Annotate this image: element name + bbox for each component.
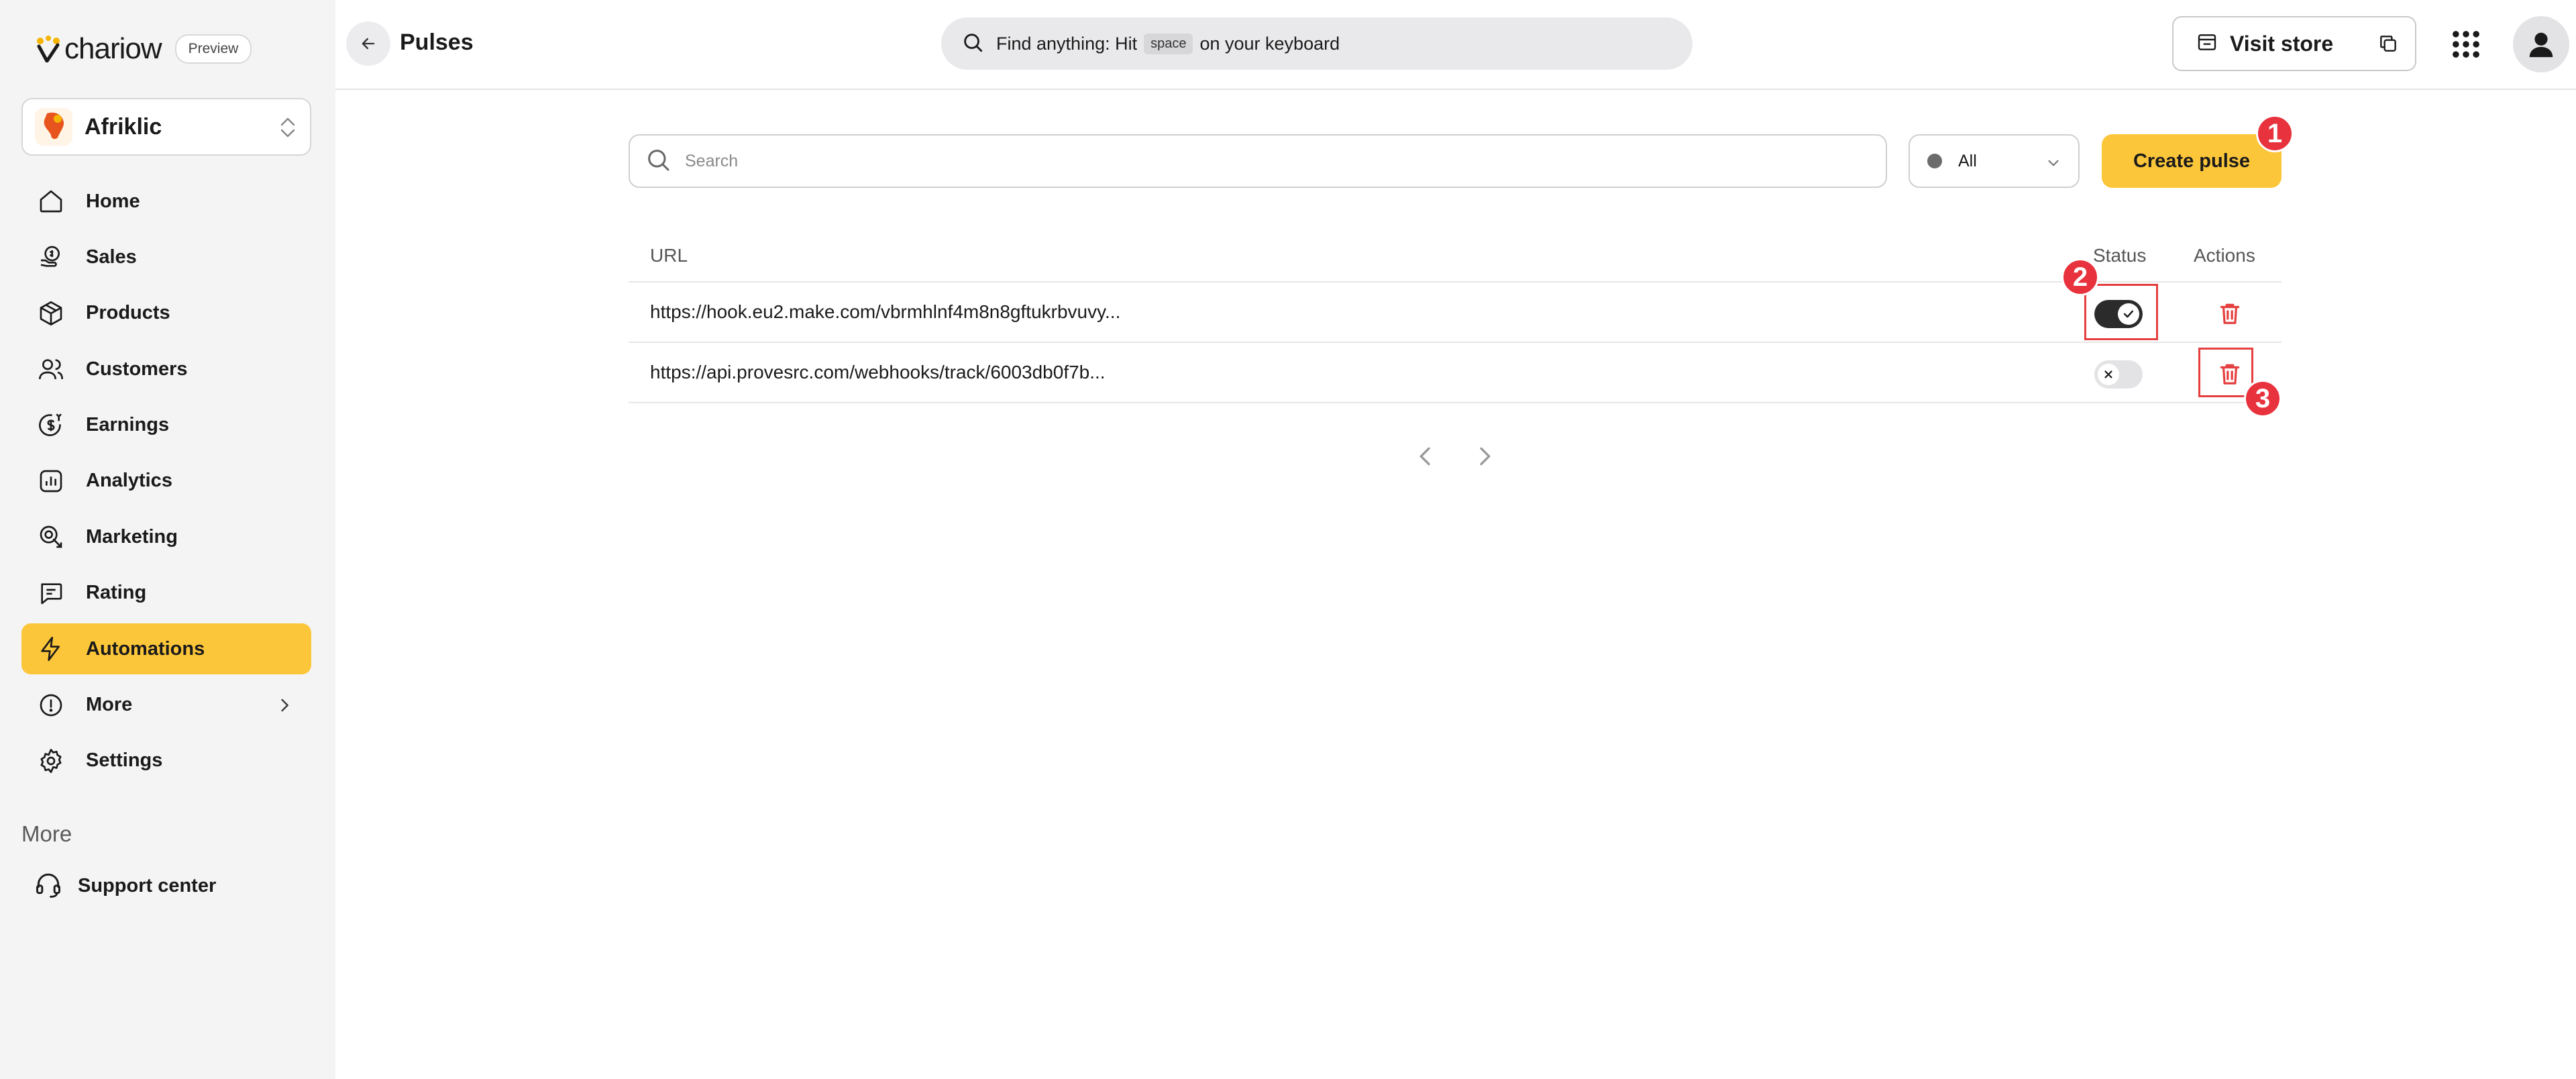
sidebar-item-automations[interactable]: Automations	[21, 623, 311, 675]
earnings-icon	[36, 411, 66, 440]
page-title: Pulses	[400, 30, 474, 55]
sidebar-nav: Home Sales Products Customers Earnings A…	[21, 176, 311, 791]
column-header-url: URL	[650, 245, 688, 266]
sidebar-item-label: Products	[86, 302, 170, 324]
previous-page-button[interactable]	[1412, 443, 1439, 470]
more-section-heading: More	[21, 821, 72, 846]
create-pulse-button[interactable]: Create pulse	[2102, 134, 2282, 188]
support-center-label: Support center	[78, 875, 217, 896]
status-filter-select[interactable]: All	[1909, 134, 2080, 188]
sidebar-item-more[interactable]: More	[21, 680, 311, 731]
brand-logo[interactable]: chariow Preview	[36, 32, 252, 66]
storefront-icon	[2196, 32, 2218, 56]
store-avatar	[35, 108, 72, 146]
rating-icon	[36, 578, 66, 608]
back-button[interactable]	[346, 21, 390, 66]
sidebar-item-settings[interactable]: Settings	[21, 735, 311, 786]
sidebar: chariow Preview Afriklic Home Sales Prod…	[0, 0, 335, 1079]
highlight-delete-button	[2198, 348, 2253, 397]
sidebar-item-marketing[interactable]: Marketing	[21, 511, 311, 562]
store-switcher[interactable]: Afriklic	[21, 98, 311, 156]
copy-store-link-button[interactable]	[2361, 16, 2416, 71]
chevron-right-icon	[1480, 447, 1491, 466]
chevron-right-icon	[275, 696, 294, 718]
box-icon	[36, 299, 66, 328]
chevron-up-down-icon	[278, 114, 298, 144]
sidebar-item-support-center[interactable]: Support center	[34, 870, 216, 903]
global-search-suffix: on your keyboard	[1199, 33, 1340, 54]
column-header-actions: Actions	[2194, 245, 2255, 266]
sidebar-item-label: Sales	[86, 246, 137, 268]
logo-text: chariow	[64, 32, 162, 65]
status-toggle[interactable]	[2094, 360, 2143, 389]
user-avatar-button[interactable]	[2513, 16, 2569, 72]
sidebar-item-label: Analytics	[86, 470, 172, 492]
home-icon	[36, 187, 66, 216]
sidebar-item-customers[interactable]: Customers	[21, 344, 311, 395]
x-icon	[2098, 364, 2119, 385]
sidebar-item-earnings[interactable]: Earnings	[21, 400, 311, 451]
chevron-down-icon	[2045, 154, 2062, 175]
pulse-url: https://hook.eu2.make.com/vbrmhlnf4m8n8g…	[650, 301, 1121, 322]
search-icon	[961, 31, 984, 57]
chevron-left-icon	[1419, 447, 1430, 466]
sidebar-item-label: More	[86, 694, 133, 716]
sidebar-item-label: Automations	[86, 637, 205, 660]
keyboard-shortcut-key: space	[1144, 33, 1193, 54]
search-icon	[645, 146, 672, 176]
apps-grid-button[interactable]	[2449, 27, 2483, 62]
trash-icon	[2220, 303, 2240, 324]
preview-badge: Preview	[174, 34, 252, 64]
sidebar-item-label: Home	[86, 190, 140, 212]
sidebar-item-label: Marketing	[86, 525, 178, 548]
users-icon	[36, 354, 66, 384]
copy-icon	[2380, 36, 2396, 52]
headset-icon	[34, 870, 63, 903]
pulses-table: URL Status Actions https://hook.eu2.make…	[629, 232, 2282, 403]
global-search-prefix: Find anything: Hit	[996, 33, 1138, 54]
arrow-left-icon	[362, 38, 375, 50]
sidebar-item-label: Rating	[86, 582, 147, 604]
column-header-status: Status	[2093, 245, 2147, 266]
status-dot-icon	[1927, 154, 1942, 168]
global-search-bar[interactable]: Find anything: Hit space on your keyboar…	[941, 17, 1693, 70]
table-header: URL Status Actions	[629, 232, 2282, 282]
annotation-badge-1: 1	[2256, 115, 2294, 152]
pulses-search-field[interactable]	[629, 134, 1887, 188]
table-row: https://api.provesrc.com/webhooks/track/…	[629, 343, 2282, 403]
sidebar-item-label: Settings	[86, 750, 163, 772]
grid-icon	[2453, 31, 2479, 58]
annotation-badge-2: 2	[2061, 258, 2099, 296]
chart-icon	[36, 466, 66, 496]
annotation-badge-3: 3	[2244, 380, 2282, 417]
table-row: https://hook.eu2.make.com/vbrmhlnf4m8n8g…	[629, 282, 2282, 343]
info-circle-icon	[36, 690, 66, 720]
gear-icon	[36, 746, 66, 776]
sidebar-item-home[interactable]: Home	[21, 176, 311, 227]
delete-button[interactable]	[2217, 300, 2243, 327]
pagination	[1412, 443, 1530, 470]
visit-store-label: Visit store	[2230, 31, 2334, 56]
visit-store-button[interactable]: Visit store	[2172, 16, 2363, 71]
highlight-status-toggle	[2084, 284, 2158, 340]
user-icon	[2529, 32, 2553, 58]
store-name: Afriklic	[85, 113, 162, 140]
sales-icon	[36, 242, 66, 272]
lightning-icon	[36, 634, 66, 664]
sidebar-item-label: Earnings	[86, 414, 170, 436]
logo-mark-icon	[36, 36, 60, 64]
topbar: Pulses Find anything: Hit space on your …	[335, 0, 2576, 90]
marketing-icon	[36, 522, 66, 552]
sidebar-item-label: Customers	[86, 358, 188, 380]
sidebar-item-analytics[interactable]: Analytics	[21, 456, 311, 507]
sidebar-item-sales[interactable]: Sales	[21, 232, 311, 282]
sidebar-item-rating[interactable]: Rating	[21, 568, 311, 619]
next-page-button[interactable]	[1471, 443, 1498, 470]
status-filter-value: All	[1958, 151, 1977, 170]
pulse-url: https://api.provesrc.com/webhooks/track/…	[650, 362, 1106, 382]
sidebar-item-products[interactable]: Products	[21, 288, 311, 339]
search-input[interactable]	[685, 151, 1825, 171]
